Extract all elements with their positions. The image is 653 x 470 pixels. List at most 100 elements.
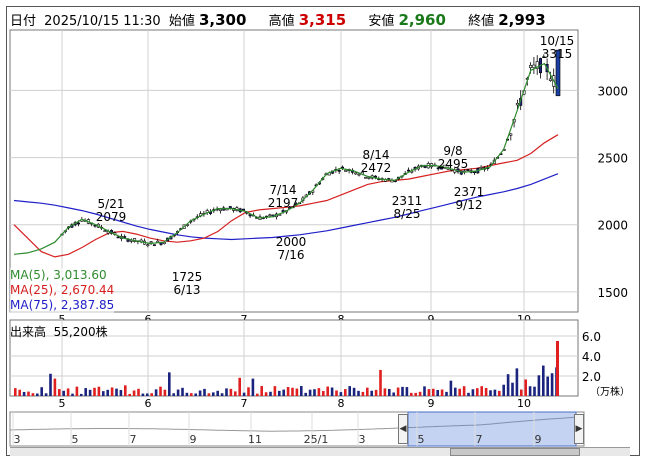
volume-bar [476, 388, 479, 396]
candle-body [532, 64, 536, 68]
volume-bar [348, 386, 351, 396]
volume-xtick-label: 8 [338, 397, 345, 410]
volume-bar [374, 389, 378, 396]
volume-bar [242, 392, 246, 396]
volume-bar [216, 390, 219, 396]
volume-bar [344, 389, 347, 396]
volume-ytick-label: 6.0 [582, 330, 601, 344]
volume-bar [546, 376, 549, 396]
volume-bar [520, 389, 523, 396]
candle-body [406, 169, 410, 172]
volume-bar [388, 388, 391, 396]
volume-bar [247, 387, 250, 396]
volume-bar [115, 388, 118, 396]
volume-bar [238, 377, 241, 396]
volume-bar [445, 391, 448, 396]
range-handle-left[interactable]: ◀ [398, 414, 408, 444]
volume-bar [154, 389, 158, 396]
volume-bar [322, 391, 325, 396]
volume-bar [132, 390, 136, 396]
annotation-date: 9/8 [443, 144, 462, 158]
candle-body [77, 222, 81, 225]
volume-bar [234, 391, 237, 396]
volume-bar [339, 392, 343, 396]
volume-bar [304, 392, 307, 396]
candle-body [116, 236, 120, 239]
volume-bar [102, 391, 105, 396]
annotation-value: 2371 [454, 185, 485, 199]
price-chart[interactable]: 1500 2000 2500 3000 5 6 7 8 9 10 5/212079 17256/13… [0, 0, 653, 470]
ma-legend: MA(5), 3,013.60 MA(25), 2,670.44 MA(75),… [10, 268, 115, 313]
volume-bar [357, 390, 360, 396]
volume-bar [383, 388, 387, 396]
volume-ytick-label: 2.0 [582, 370, 601, 384]
volume-bar [110, 387, 114, 396]
navigator-tick-label: 5 [72, 433, 79, 446]
annotation-date: 7/14 [270, 183, 297, 197]
candle-body [103, 230, 107, 232]
volume-bar [88, 389, 92, 396]
volume-bar [251, 378, 255, 396]
volume-bar [401, 386, 404, 396]
volume-bar [190, 393, 193, 396]
volume-bar [449, 380, 453, 396]
volume-bar [84, 388, 87, 396]
volume-bar [278, 390, 281, 396]
annotation-date: 5/21 [98, 197, 125, 211]
volume-bar [427, 389, 431, 396]
annotation-value: 2000 [276, 235, 307, 249]
candle-body [364, 176, 368, 179]
volume-xtick-label: 7 [241, 397, 248, 410]
candle-body [146, 244, 150, 247]
volume-bar [524, 379, 527, 396]
volume-bar [300, 386, 303, 396]
volume-bar [260, 386, 263, 396]
volume-bar [58, 389, 61, 396]
volume-bar [498, 390, 501, 396]
volume-bar [489, 390, 492, 396]
volume-bar [414, 392, 417, 396]
volume-bar [256, 393, 259, 396]
navigator-tick-label: 11 [248, 433, 262, 446]
volume-bar [80, 393, 83, 396]
volume-bar [295, 388, 299, 396]
volume-bar [458, 388, 461, 396]
navigator-tick-label: 5 [418, 433, 425, 446]
volume-bar [119, 390, 123, 396]
candle-body [337, 170, 341, 172]
volume-bar-latest [556, 341, 559, 396]
volume-bar [27, 391, 30, 396]
horizontal-scrollbar[interactable] [10, 447, 630, 456]
volume-bar [40, 387, 43, 396]
volume-bar [194, 393, 197, 396]
scrollbar-thumb[interactable] [450, 448, 580, 456]
candle-body [373, 175, 377, 178]
ma25-legend: MA(25), 2,670.44 [10, 283, 115, 297]
candle-body [268, 214, 272, 217]
volume-bar [436, 390, 439, 396]
navigator-tick-label: 9 [535, 433, 542, 446]
annotation-date: 8/25 [394, 207, 421, 221]
ma75-legend: MA(75), 2,387.85 [10, 298, 115, 312]
volume-bar [282, 389, 285, 396]
volume-xtick-label: 5 [59, 397, 66, 410]
volume-bar [533, 386, 536, 396]
candle-body [344, 169, 348, 172]
navigator[interactable]: 3 5 7 9 11 25/1 3 5 7 9 [9, 411, 585, 447]
volume-bar [220, 393, 224, 396]
volume-bar [317, 388, 321, 396]
volume-bar [137, 388, 140, 396]
volume-bar [44, 393, 48, 396]
volume-xtick-label: 9 [428, 397, 435, 410]
candle-body [529, 65, 533, 69]
volume-bar [352, 387, 356, 396]
volume-bar [176, 389, 180, 396]
volume-bar [62, 390, 65, 396]
volume-bar [49, 373, 52, 396]
volume-bar [71, 393, 74, 396]
volume-bar [31, 393, 35, 396]
annotation-value: 2495 [438, 157, 469, 171]
volume-bar [405, 387, 409, 396]
volume-bar [502, 384, 505, 396]
range-handle-right[interactable]: ▶ [574, 414, 584, 444]
